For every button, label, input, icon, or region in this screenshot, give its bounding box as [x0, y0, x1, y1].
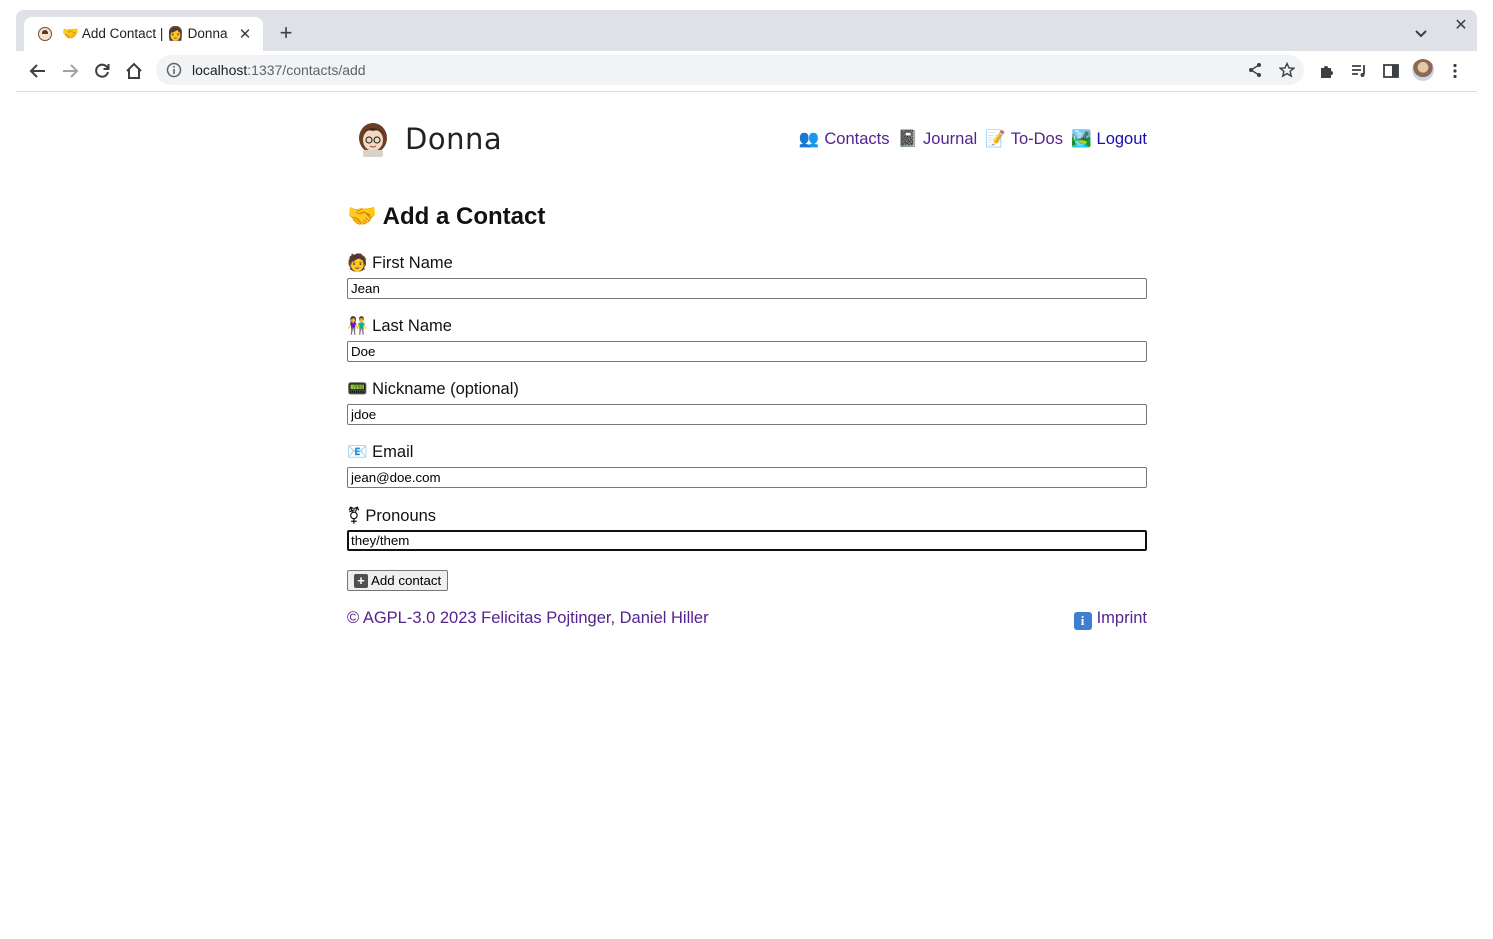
tab-close-icon[interactable]: ✕: [237, 25, 253, 43]
last-name-input[interactable]: [347, 341, 1147, 362]
donna-logo-icon[interactable]: [353, 120, 393, 160]
pronouns-input[interactable]: [347, 530, 1147, 551]
site-footer: © AGPL-3.0 2023 Felicitas Pojtinger, Dan…: [347, 609, 1147, 630]
new-tab-button[interactable]: +: [274, 22, 298, 46]
memo-icon: 📝: [985, 130, 1006, 148]
tab-title: 🤝 Add Contact | 👩 Donna: [62, 26, 228, 41]
reload-icon[interactable]: [90, 59, 114, 83]
browser-window: 🤝 Add Contact | 👩 Donna ✕ + ✕ localhost:…: [16, 10, 1477, 92]
couple-icon: 👫: [347, 317, 368, 335]
first-name-input[interactable]: [347, 278, 1147, 299]
first-name-label: 🧑 First Name: [347, 254, 453, 272]
email-input[interactable]: [347, 467, 1147, 488]
landscape-icon: 🏞️: [1070, 130, 1092, 148]
email-label: 📧 Email: [347, 443, 414, 461]
person-icon: 🧑: [347, 254, 368, 272]
brand-name[interactable]: Donna: [405, 122, 502, 156]
tab-strip: 🤝 Add Contact | 👩 Donna ✕ + ✕: [16, 10, 1477, 51]
profile-avatar-icon[interactable]: [1412, 59, 1434, 81]
nav-logout-link[interactable]: 🏞️ Logout: [1071, 130, 1147, 149]
people-icon: 👥: [798, 130, 820, 148]
pronouns-label: ⚧ Pronouns: [347, 507, 437, 525]
address-bar[interactable]: localhost:1337/contacts/add: [156, 55, 1304, 85]
side-panel-icon[interactable]: [1379, 59, 1403, 83]
nickname-input[interactable]: [347, 404, 1147, 425]
page-title: 🤝 Add a Contact: [347, 203, 546, 230]
info-icon: i: [1073, 612, 1092, 630]
window-close-button[interactable]: ✕: [1453, 18, 1469, 34]
nav-todos-link[interactable]: 📝 To-Dos: [985, 130, 1063, 149]
add-contact-button[interactable]: + Add contact: [347, 570, 449, 591]
main-nav: 👥 Contacts 📓 Journal 📝 To-Dos 🏞️ Logout: [799, 130, 1147, 149]
nickname-label: 📟 Nickname (optional): [347, 380, 519, 398]
browser-toolbar: localhost:1337/contacts/add: [16, 51, 1477, 92]
imprint-link[interactable]: i Imprint: [1073, 609, 1147, 630]
nav-contacts-link[interactable]: 👥 Contacts: [799, 130, 890, 149]
plus-icon: +: [354, 573, 368, 588]
last-name-label: 👫 Last Name: [347, 317, 452, 335]
site-header: Donna 👥 Contacts 📓 Journal 📝 To-Dos 🏞️ Logou…: [347, 112, 1147, 168]
forward-icon[interactable]: [58, 59, 82, 83]
browser-tab-active[interactable]: 🤝 Add Contact | 👩 Donna ✕: [24, 17, 263, 51]
back-icon[interactable]: [26, 59, 50, 83]
notebook-icon: 📓: [897, 130, 919, 148]
handshake-icon: 🤝: [347, 203, 377, 230]
copyright-link[interactable]: © AGPL-3.0 2023 Felicitas Pojtinger, Dan…: [347, 609, 709, 627]
donna-favicon-icon: [38, 27, 52, 41]
transgender-symbol-icon: ⚧: [347, 507, 361, 525]
email-icon: 📧: [347, 443, 368, 461]
site-info-icon[interactable]: [166, 62, 182, 78]
tab-search-chevron-icon[interactable]: [1411, 23, 1431, 43]
pager-icon: 📟: [347, 380, 368, 398]
bookmark-star-icon[interactable]: [1276, 59, 1298, 81]
url-text: localhost:1337/contacts/add: [192, 62, 366, 78]
share-icon[interactable]: [1244, 59, 1266, 81]
nav-journal-link[interactable]: 📓 Journal: [898, 130, 978, 149]
media-queue-icon[interactable]: [1347, 59, 1371, 83]
browser-menu-icon[interactable]: [1443, 59, 1467, 83]
extensions-puzzle-icon[interactable]: [1315, 59, 1339, 83]
home-icon[interactable]: [122, 59, 146, 83]
